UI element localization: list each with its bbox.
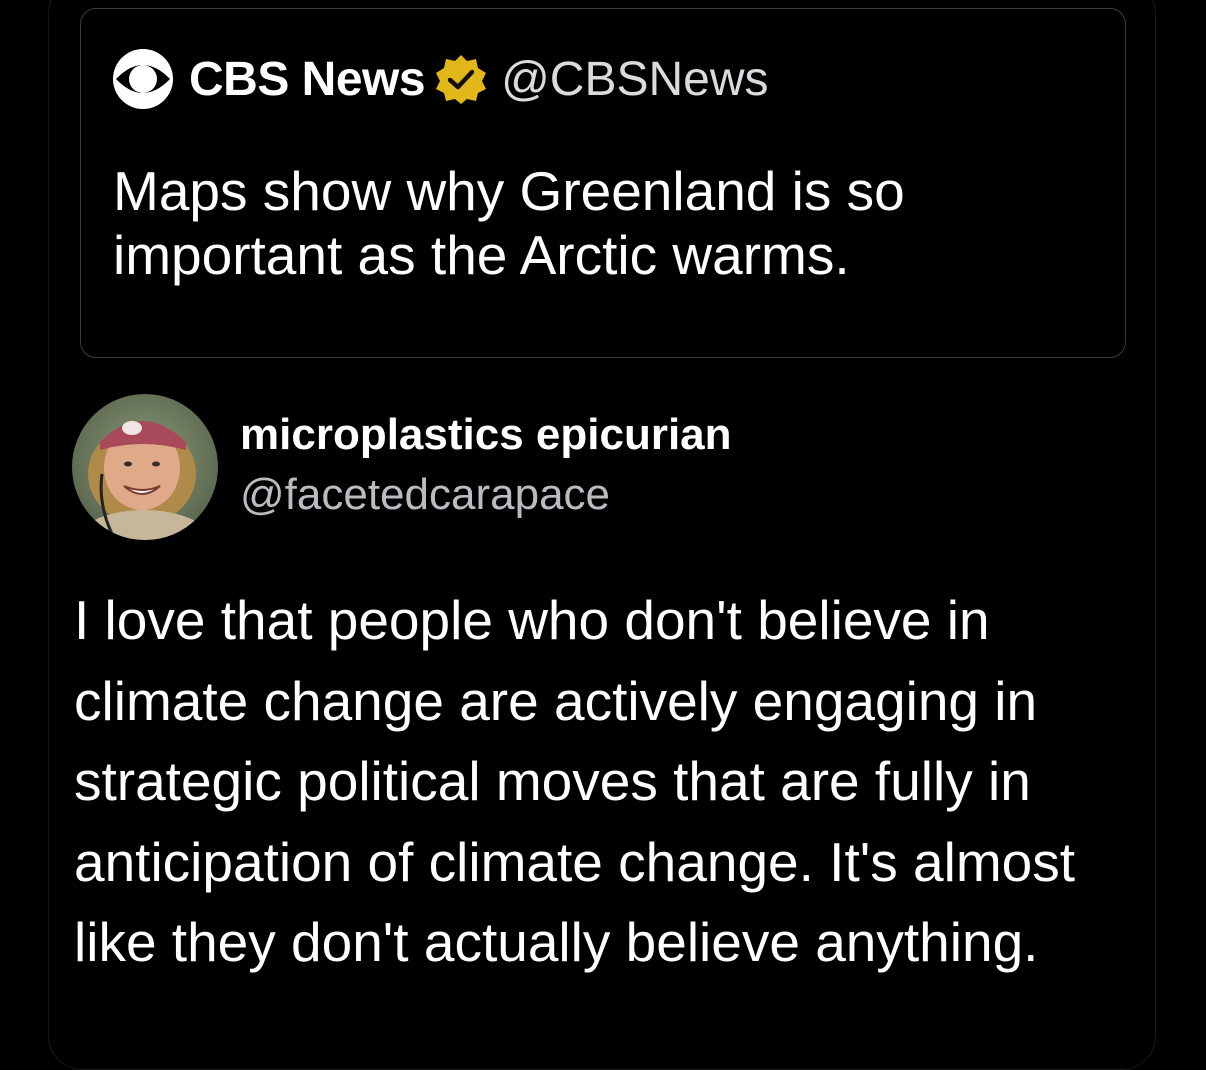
- verified-badge-icon: [435, 53, 487, 105]
- quoted-tweet-header: CBS News @CBSNews: [111, 49, 769, 109]
- quoted-tweet-text: Maps show why Greenland is so important …: [113, 160, 905, 286]
- tweet-author-handle[interactable]: @facetedcarapace: [240, 470, 610, 520]
- tweet-text: I love that people who don't believe in …: [74, 589, 1076, 973]
- avatar[interactable]: [72, 394, 218, 540]
- quoted-author-name[interactable]: CBS News: [189, 52, 426, 107]
- quoted-author-handle[interactable]: @CBSNews: [501, 52, 768, 107]
- quoted-tweet-card[interactable]: CBS News @CBSNews Maps show why Greenlan…: [80, 8, 1126, 358]
- cbs-eye-logo-icon: [111, 47, 175, 111]
- tweet-author-name[interactable]: microplastics epicurian: [240, 410, 732, 460]
